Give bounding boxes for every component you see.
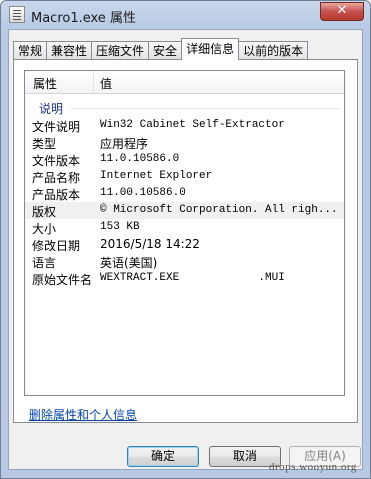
list-item[interactable]: 大小 153 KB xyxy=(25,219,344,236)
property-value: 11.0.10586.0 xyxy=(100,153,180,165)
group-divider xyxy=(71,108,339,109)
ok-button[interactable]: 确定 xyxy=(127,446,199,467)
property-value: 153 KB xyxy=(100,221,140,233)
tab-security[interactable]: 安全 xyxy=(148,41,183,60)
list-item[interactable]: 版权 © Microsoft Corporation. All righ... xyxy=(25,202,344,219)
list-item[interactable]: 类型 应用程序 xyxy=(25,134,344,151)
tab-archive[interactable]: 压缩文件 xyxy=(91,41,150,60)
property-value: 2016/5/18 14:22 xyxy=(100,237,200,251)
list-item[interactable]: 修改日期 2016/5/18 14:22 xyxy=(25,236,344,253)
property-value: Internet Explorer xyxy=(100,170,213,182)
dialog-body: 常规 兼容性 压缩文件 安全 详细信息 以前的版本 属性 值 说明 文件说明 W… xyxy=(8,29,363,470)
property-key: 版权 xyxy=(32,205,57,219)
tab-details[interactable]: 详细信息 xyxy=(181,38,240,60)
property-key: 类型 xyxy=(32,137,57,151)
property-list[interactable]: 属性 值 说明 文件说明 Win32 Cabinet Self-Extracto… xyxy=(24,70,345,396)
column-divider[interactable] xyxy=(93,71,94,93)
property-key: 文件版本 xyxy=(32,154,81,168)
close-button[interactable]: ✕ xyxy=(320,2,364,21)
property-value: 英语(美国) xyxy=(100,256,158,270)
property-key: 原始文件名 xyxy=(32,273,93,287)
property-key: 产品版本 xyxy=(32,188,81,202)
property-key: 语言 xyxy=(32,256,57,270)
list-item[interactable]: 产品名称 Internet Explorer xyxy=(25,168,344,185)
property-value: Win32 Cabinet Self-Extractor xyxy=(100,119,285,131)
window-title: Macro1.exe 属性 xyxy=(31,11,136,26)
property-key: 修改日期 xyxy=(32,239,81,253)
property-value: 11.00.10586.0 xyxy=(100,187,186,199)
property-value: 应用程序 xyxy=(100,137,149,151)
property-key: 文件说明 xyxy=(32,120,81,134)
list-item[interactable]: 原始文件名 WEXTRACT.EXE .MUI xyxy=(25,270,344,287)
property-key: 大小 xyxy=(32,222,57,236)
list-item[interactable]: 产品版本 11.00.10586.0 xyxy=(25,185,344,202)
tab-strip: 常规 兼容性 压缩文件 安全 详细信息 以前的版本 xyxy=(13,38,309,60)
column-header-value[interactable]: 值 xyxy=(100,75,112,92)
title-bar[interactable]: Macro1.exe 属性 ✕ xyxy=(1,1,370,29)
property-value: © Microsoft Corporation. All righ... xyxy=(100,204,338,216)
close-icon: ✕ xyxy=(336,3,348,18)
list-item[interactable]: 文件版本 11.0.10586.0 xyxy=(25,151,344,168)
watermark: drops.wooyun.org xyxy=(269,461,357,473)
properties-window: Macro1.exe 属性 ✕ 常规 兼容性 压缩文件 安全 详细信息 以前的版… xyxy=(0,0,371,479)
list-header: 属性 值 xyxy=(25,71,344,94)
list-item[interactable]: 语言 英语(美国) xyxy=(25,253,344,270)
column-header-property[interactable]: 属性 xyxy=(33,75,57,92)
details-panel: 属性 值 说明 文件说明 Win32 Cabinet Self-Extracto… xyxy=(13,59,358,423)
tab-compatibility[interactable]: 兼容性 xyxy=(46,41,93,60)
tab-general[interactable]: 常规 xyxy=(13,41,48,60)
remove-properties-link[interactable]: 删除属性和个人信息 xyxy=(29,406,137,423)
file-icon xyxy=(9,6,25,23)
tab-previous-versions[interactable]: 以前的版本 xyxy=(238,41,309,60)
property-key: 产品名称 xyxy=(32,171,81,185)
property-value: WEXTRACT.EXE .MUI xyxy=(100,272,285,284)
group-label-description: 说明 xyxy=(39,102,64,116)
list-item[interactable]: 文件说明 Win32 Cabinet Self-Extractor xyxy=(25,117,344,134)
